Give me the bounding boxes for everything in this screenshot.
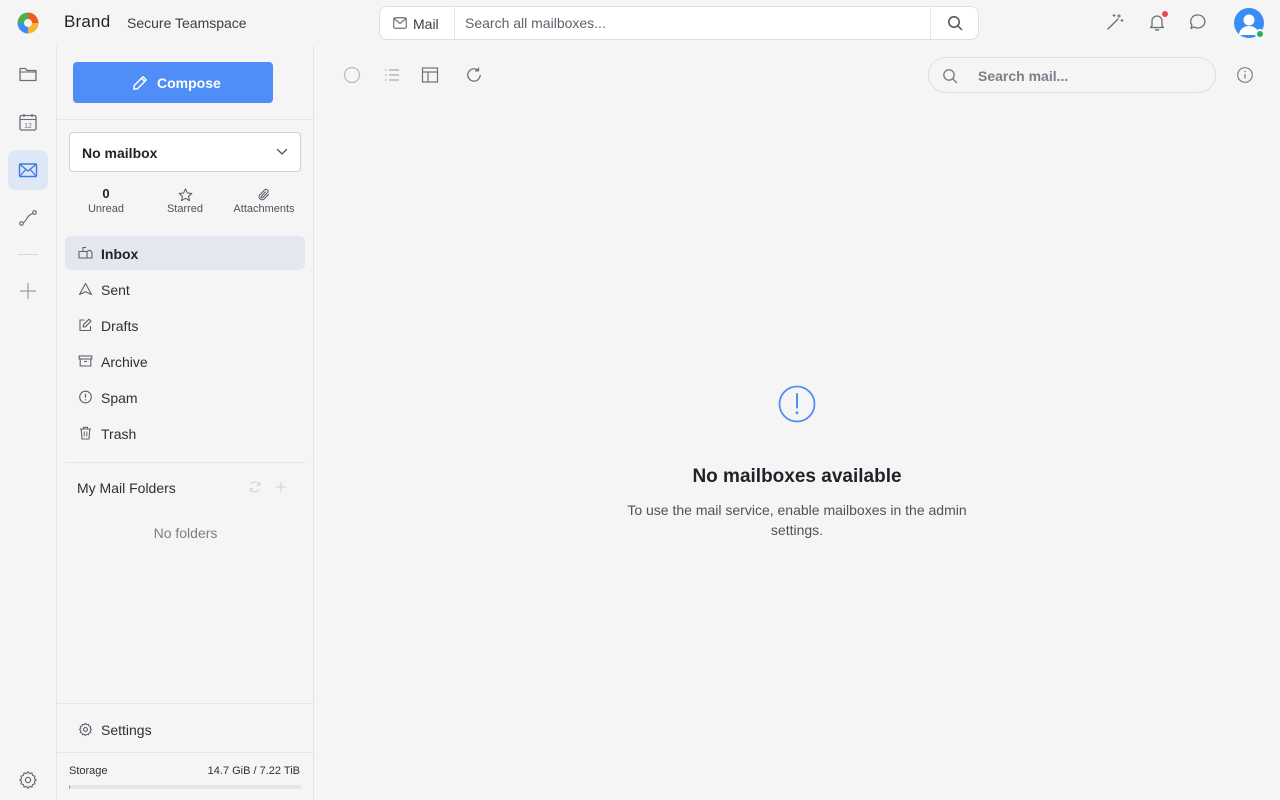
spam-icon bbox=[79, 390, 92, 404]
mail-search-input[interactable] bbox=[978, 68, 1198, 84]
chat-icon[interactable] bbox=[1189, 13, 1207, 31]
mail-search bbox=[928, 57, 1216, 93]
global-search-button[interactable] bbox=[930, 7, 978, 39]
global-search-input[interactable] bbox=[465, 15, 925, 31]
alert-icon bbox=[597, 384, 997, 424]
refresh-icon[interactable] bbox=[465, 66, 483, 84]
divider bbox=[57, 752, 314, 753]
folder-inbox[interactable]: Inbox bbox=[65, 236, 305, 270]
mailbox-select-value: No mailbox bbox=[82, 145, 158, 161]
stat-unread[interactable]: 0 Unread bbox=[75, 186, 137, 215]
storage-value: 14.7 GiB / 7.22 TiB bbox=[207, 765, 300, 777]
folder-label: Drafts bbox=[101, 318, 139, 334]
notification-badge bbox=[1162, 11, 1168, 17]
empty-state-description: To use the mail service, enable mailboxe… bbox=[627, 502, 967, 538]
trash-icon bbox=[80, 426, 91, 440]
refresh-folders-icon[interactable] bbox=[248, 480, 262, 494]
folder-drafts[interactable]: Drafts bbox=[65, 308, 305, 342]
starred-label: Starred bbox=[166, 203, 204, 215]
folder-label: Archive bbox=[101, 354, 148, 370]
online-status-dot bbox=[1255, 29, 1265, 39]
compose-label: Compose bbox=[157, 75, 221, 91]
star-icon bbox=[154, 186, 216, 203]
select-all-checkbox[interactable] bbox=[343, 66, 361, 84]
drafts-icon bbox=[79, 318, 92, 332]
rail-settings-button[interactable] bbox=[8, 760, 48, 800]
list-view-icon[interactable] bbox=[383, 66, 401, 84]
unread-count: 0 bbox=[102, 186, 110, 201]
empty-state-title: No mailboxes available bbox=[692, 466, 902, 487]
stat-starred[interactable]: Starred bbox=[154, 186, 216, 215]
rail-item-workflows[interactable] bbox=[8, 198, 48, 238]
search-scope-selector[interactable]: Mail bbox=[380, 7, 455, 39]
attachments-label: Attachments bbox=[233, 203, 295, 215]
add-folder-icon[interactable] bbox=[274, 480, 288, 494]
mail-sidebar: Compose No mailbox 0 Unread Starred Atta… bbox=[57, 46, 314, 800]
mail-main: No mailboxes available To use the mail s… bbox=[314, 46, 1280, 800]
calendar-day: 12 bbox=[24, 123, 32, 130]
divider bbox=[65, 462, 305, 463]
folder-sent[interactable]: Sent bbox=[65, 272, 305, 306]
mailbox-select[interactable]: No mailbox bbox=[69, 132, 301, 172]
rail-item-calendar[interactable]: 12 bbox=[8, 102, 48, 142]
mail-icon bbox=[393, 17, 407, 29]
app-rail: 12 bbox=[0, 46, 57, 800]
brand-logo[interactable] bbox=[16, 11, 40, 35]
magic-wand-icon[interactable] bbox=[1106, 13, 1124, 31]
pencil-icon bbox=[133, 76, 147, 90]
storage-progress-bar bbox=[69, 785, 301, 789]
inbox-icon bbox=[78, 246, 93, 259]
global-search: Mail bbox=[379, 6, 979, 40]
folder-list: Inbox Sent Drafts Archive Spam Trash bbox=[65, 236, 305, 452]
unread-label: Unread bbox=[87, 203, 125, 215]
folder-label: Spam bbox=[101, 390, 138, 406]
folder-label: Trash bbox=[101, 426, 137, 442]
brand-name: Brand bbox=[64, 12, 111, 31]
rail-item-files[interactable] bbox=[8, 54, 48, 94]
my-folders-title: My Mail Folders bbox=[77, 480, 176, 496]
sent-icon bbox=[78, 282, 93, 296]
gear-icon bbox=[78, 722, 93, 737]
rail-item-mail[interactable] bbox=[8, 150, 48, 190]
teamspace-name: Secure Teamspace bbox=[127, 15, 247, 31]
top-bar: Brand Secure Teamspace Mail bbox=[0, 0, 1280, 46]
folder-trash[interactable]: Trash bbox=[65, 416, 305, 450]
settings-label: Settings bbox=[101, 722, 152, 738]
folder-label: Sent bbox=[101, 282, 130, 298]
layout-icon[interactable] bbox=[421, 66, 439, 84]
storage-label: Storage bbox=[69, 765, 108, 777]
search-scope-label: Mail bbox=[413, 16, 439, 32]
rail-add-button[interactable] bbox=[8, 271, 48, 311]
stat-attachments[interactable]: Attachments bbox=[229, 186, 299, 215]
divider bbox=[57, 119, 314, 120]
compose-button[interactable]: Compose bbox=[73, 62, 273, 103]
paperclip-icon bbox=[229, 186, 299, 203]
info-icon[interactable] bbox=[1236, 66, 1254, 84]
folder-archive[interactable]: Archive bbox=[65, 344, 305, 378]
archive-icon bbox=[78, 355, 93, 367]
no-folders-text: No folders bbox=[153, 525, 218, 541]
folder-spam[interactable]: Spam bbox=[65, 380, 305, 414]
empty-state: No mailboxes available To use the mail s… bbox=[597, 384, 997, 540]
rail-divider bbox=[18, 254, 38, 255]
folder-label: Inbox bbox=[101, 246, 139, 262]
divider bbox=[57, 703, 314, 704]
mail-settings-link[interactable]: Settings bbox=[65, 714, 305, 746]
